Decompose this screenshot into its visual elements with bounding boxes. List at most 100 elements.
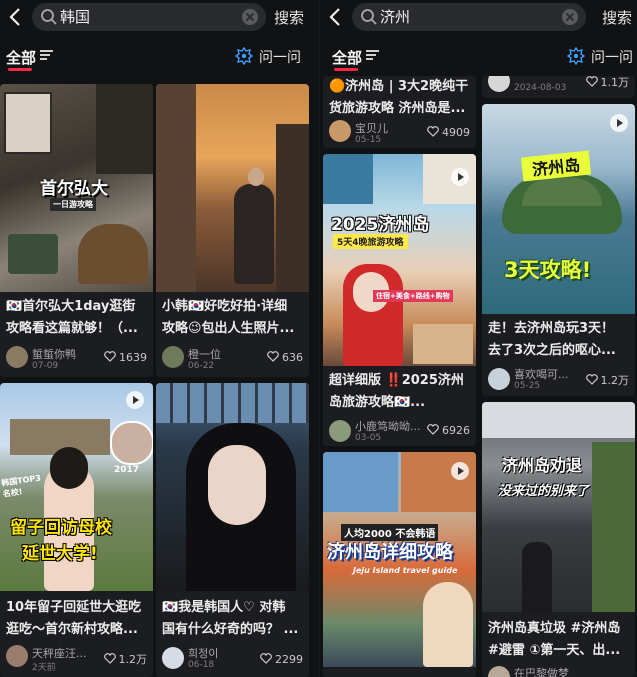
cover-subtitle: 3天攻略! [504,258,592,282]
ask-icon [566,46,586,66]
avatar [6,346,28,368]
ask-label: 问一问 [259,50,301,66]
like-count[interactable]: 636 [267,351,303,364]
tab-underline [8,68,32,71]
note-card[interactable]: 2017 韩国TOP3名校! 留子回访母校 延世大学! 10年留子回延世大逛吃 … [0,383,153,677]
author-name: 橙一位 [188,348,221,361]
note-cover: 首尔弘大 一日游攻略 [0,84,153,292]
cover-title: 济州岛劝退 [502,456,583,475]
like-count[interactable]: 1.2万 [103,651,148,667]
note-card[interactable]: 人均2000 不会韩语 济州岛详细攻略 Jeju Island travel g… [323,452,476,677]
search-button[interactable]: 搜索 [602,7,632,28]
author-name: 天秤座汪... [32,647,87,660]
author-name: 在巴黎做梦 [514,667,569,677]
note-card[interactable]: 2025济州岛 5天4晚旅游攻略 住宿+美食+路线+购物 超详细版 ‼️2025… [323,154,476,446]
note-title: 走！去济州岛玩3天！ 去了3次之后的呕心... [488,321,616,358]
note-cover: 济州岛劝退 没来过的别来了 [482,402,635,612]
note-card[interactable]: 济州岛 3天攻略! 走！去济州岛玩3天！ 去了3次之后的呕心... 喜欢喝可..… [482,104,635,396]
like-value: 2299 [275,653,303,666]
note-card[interactable]: 🟠济州岛 | 3大2晚纯干 货旅游攻略 济州岛是... 宝贝儿 05-15 49… [323,76,476,148]
ask-icon [234,46,254,66]
like-count[interactable]: 1.2万 [585,372,629,388]
filter-bar: 全部 问一问 [320,40,637,74]
heart-icon [585,374,598,385]
avatar [162,647,184,669]
like-count[interactable]: 4909 [427,126,470,139]
cover-tag: Jeju Island travel guide [353,566,458,575]
like-value: 6926 [442,424,470,437]
note-title: 济州岛真垃圾 #济州岛 #避雷 ①第一天、出... [488,621,621,658]
like-count[interactable]: 2299 [260,653,303,666]
filter-icon[interactable] [366,49,380,61]
note-cover [156,383,309,591]
like-value: 1.2万 [118,653,148,666]
search-input[interactable]: 济州 [352,3,586,31]
search-input[interactable]: 韩国 [32,3,266,31]
tab-all[interactable]: 全部 [332,47,362,68]
clear-icon[interactable] [562,9,578,25]
author-name: 희정이 [188,647,219,660]
clear-icon[interactable] [242,9,258,25]
back-icon[interactable] [6,6,26,28]
tab-all[interactable]: 全部 [6,47,36,68]
top-bar: 韩国 搜索 [0,0,318,36]
note-title: 10年留子回延世大逛吃 逛吃～首尔新村攻略... [6,600,142,637]
heart-icon [427,126,439,137]
video-play-icon [126,391,144,409]
avatar [488,666,510,677]
ask-label: 问一问 [591,50,633,66]
cover-subtitle: 延世大学! [22,544,98,564]
note-card[interactable]: 2024-08-03 1.1万 [482,76,635,98]
like-value: 636 [282,351,303,364]
search-query: 韩国 [60,8,91,26]
note-card[interactable]: 小韩🇰🇷好吃好拍·详细 攻略😉包出人生照片... 橙一位 06-22 636 [156,84,309,377]
note-title: 🟠济州岛 | 3大2晚纯干 货旅游攻略 济州岛是... [329,79,469,116]
video-play-icon [451,462,469,480]
author-name: 小鹿笃呦呦... [355,420,421,433]
author-name: 蜇蜇你鸭 [32,348,76,361]
like-count[interactable]: 1.1万 [585,76,630,90]
note-title: 🇰🇷首尔弘大1day逛街 攻略看这篇就够！（... [6,299,138,336]
like-value: 1.1万 [600,76,630,89]
right-screen: 济州 搜索 全部 问一问 🟠济州岛 | 3大2晚纯干 货旅游攻略 济州岛是...… [319,0,637,677]
search-icon [360,8,378,26]
post-date: 06-22 [188,361,215,371]
top-bar: 济州 搜索 [320,0,637,36]
like-value: 4909 [442,126,470,139]
note-title: 小韩🇰🇷好吃好拍·详细 攻略😉包出人生照片... [162,299,295,336]
heart-icon [103,653,116,664]
author-name: 喜欢喝可... [514,368,569,381]
filter-icon[interactable] [40,49,54,61]
post-date: 2天前 [32,663,56,673]
search-icon [40,8,58,26]
heart-icon [585,76,598,87]
note-cover: 2025济州岛 5天4晚旅游攻略 住宿+美食+路线+购物 [323,154,476,366]
note-cover: 济州岛 3天攻略! [482,104,635,314]
tab-underline [334,68,358,71]
avatar [488,368,510,390]
heart-icon [267,351,279,362]
cover-subtitle: 没来过的别来了 [498,484,590,499]
left-screen: 韩国 搜索 全部 问一问 首尔弘大 一日游攻略 🇰🇷首尔弘大1day逛街 攻略看… [0,0,318,677]
cover-subtitle: 5天4晚旅游攻略 [333,234,408,249]
note-card[interactable]: 济州岛劝退 没来过的别来了 济州岛真垃圾 #济州岛 #避雷 ①第一天、出... … [482,402,635,677]
like-count[interactable]: 1639 [104,351,147,364]
video-play-icon [610,114,628,132]
cover-subtitle: 一日游攻略 [50,198,96,211]
cover-title: 首尔弘大 [40,179,108,199]
note-card[interactable]: 首尔弘大 一日游攻略 🇰🇷首尔弘大1day逛街 攻略看这篇就够！（... 蜇蜇你… [0,84,153,377]
avatar [329,420,351,442]
post-date: 03-05 [355,433,382,443]
video-play-icon [451,168,469,186]
heart-icon [260,653,272,664]
like-count[interactable]: 6926 [427,424,470,437]
post-date: 07-09 [32,361,59,371]
post-date: 2024-08-03 [514,83,567,93]
search-button[interactable]: 搜索 [274,7,304,28]
cover-title: 济州岛详细攻略 [327,542,453,563]
cover-tag: 住宿+美食+路线+购物 [373,290,453,302]
back-icon[interactable] [326,6,346,28]
note-card[interactable]: 🇰🇷我是韩国人♡ 对韩 国有什么好奇的吗？ ... 희정이 06-18 2299 [156,383,309,677]
note-cover: 2017 韩国TOP3名校! 留子回访母校 延世大学! [0,383,153,591]
note-cover: 人均2000 不会韩语 济州岛详细攻略 Jeju Island travel g… [323,452,476,667]
